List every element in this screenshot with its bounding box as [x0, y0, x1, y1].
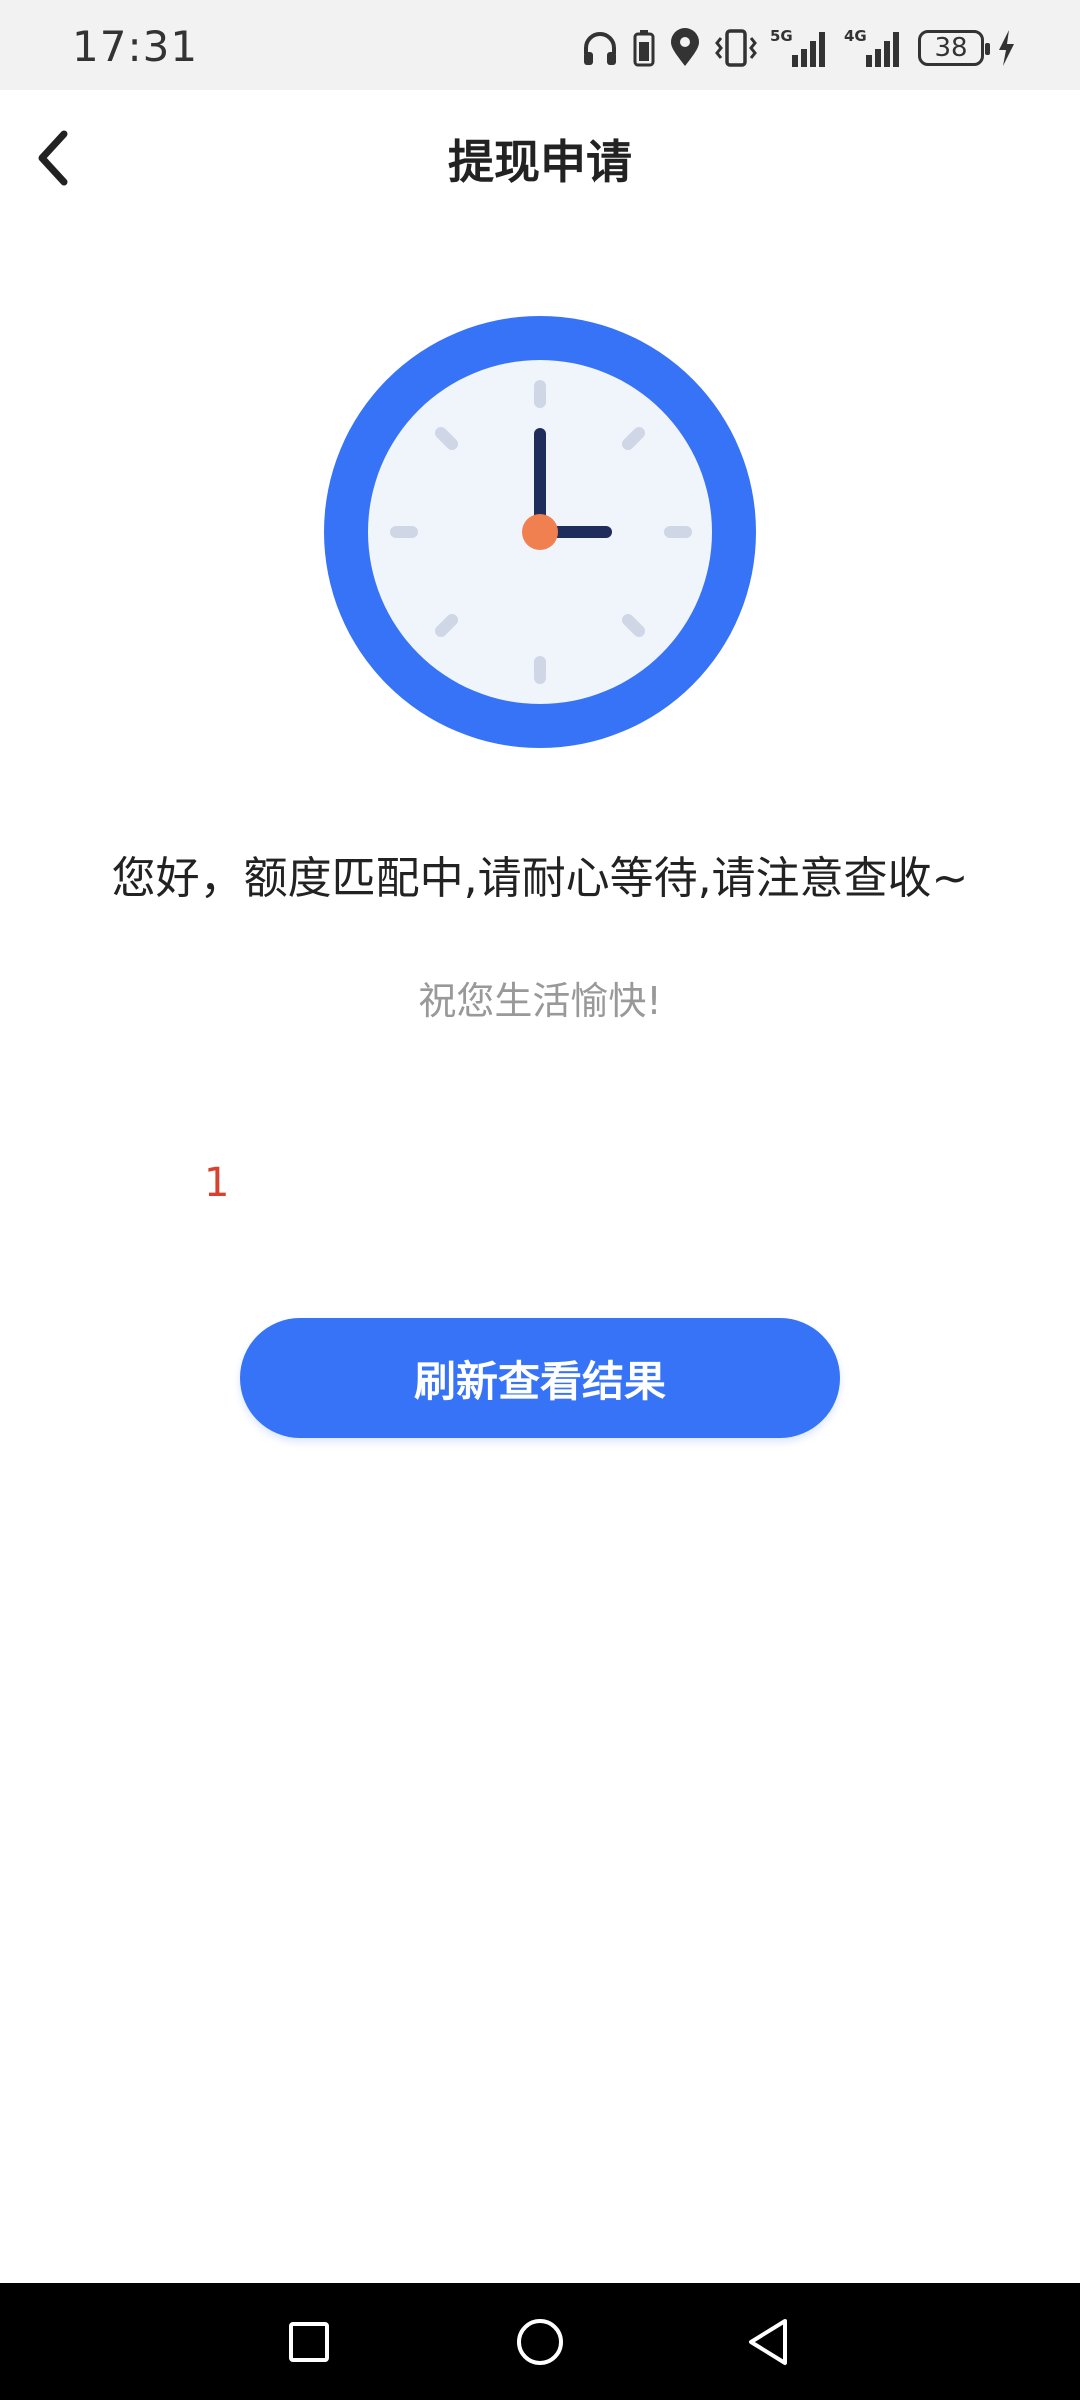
vibrate-icon [714, 28, 758, 68]
home-button[interactable] [505, 2307, 575, 2377]
home-icon [517, 2319, 563, 2365]
battery-saver-icon [632, 28, 656, 68]
recent-apps-button[interactable] [274, 2307, 344, 2377]
status-message: 您好，额度匹配中,请耐心等待,请注意查收~ [111, 853, 969, 904]
status-bar: 17:31 5G 4G 38 [0, 0, 1080, 90]
signal-4g-icon: 4G [844, 27, 906, 69]
recent-apps-icon [289, 2322, 329, 2362]
clock-icon [324, 316, 756, 748]
battery-level: 38 [934, 33, 968, 63]
location-icon [668, 28, 702, 68]
refresh-counter: 1 [204, 1160, 230, 1206]
back-icon [749, 2319, 787, 2365]
greeting-message: 祝您生活愉快! [418, 979, 662, 1023]
system-back-button[interactable] [734, 2307, 804, 2377]
screen: 17:31 5G 4G 38 提现申请 您好，额度匹配中,请耐心等待,请注意查收… [0, 0, 1080, 2400]
charging-icon [996, 28, 1016, 68]
network-4g-label: 4G [844, 27, 867, 45]
nav-bar: 提现申请 [0, 90, 1080, 226]
network-5g-label: 5G [770, 27, 793, 45]
signal-5g-icon: 5G [770, 27, 832, 69]
battery-icon: 38 [918, 30, 990, 66]
status-icons: 5G 4G 38 [580, 26, 1016, 70]
headphones-icon [580, 28, 620, 68]
status-time: 17:31 [72, 22, 199, 71]
system-nav-bar [0, 2283, 1080, 2400]
page-title: 提现申请 [448, 135, 632, 189]
refresh-result-button[interactable]: 刷新查看结果 [240, 1318, 840, 1438]
